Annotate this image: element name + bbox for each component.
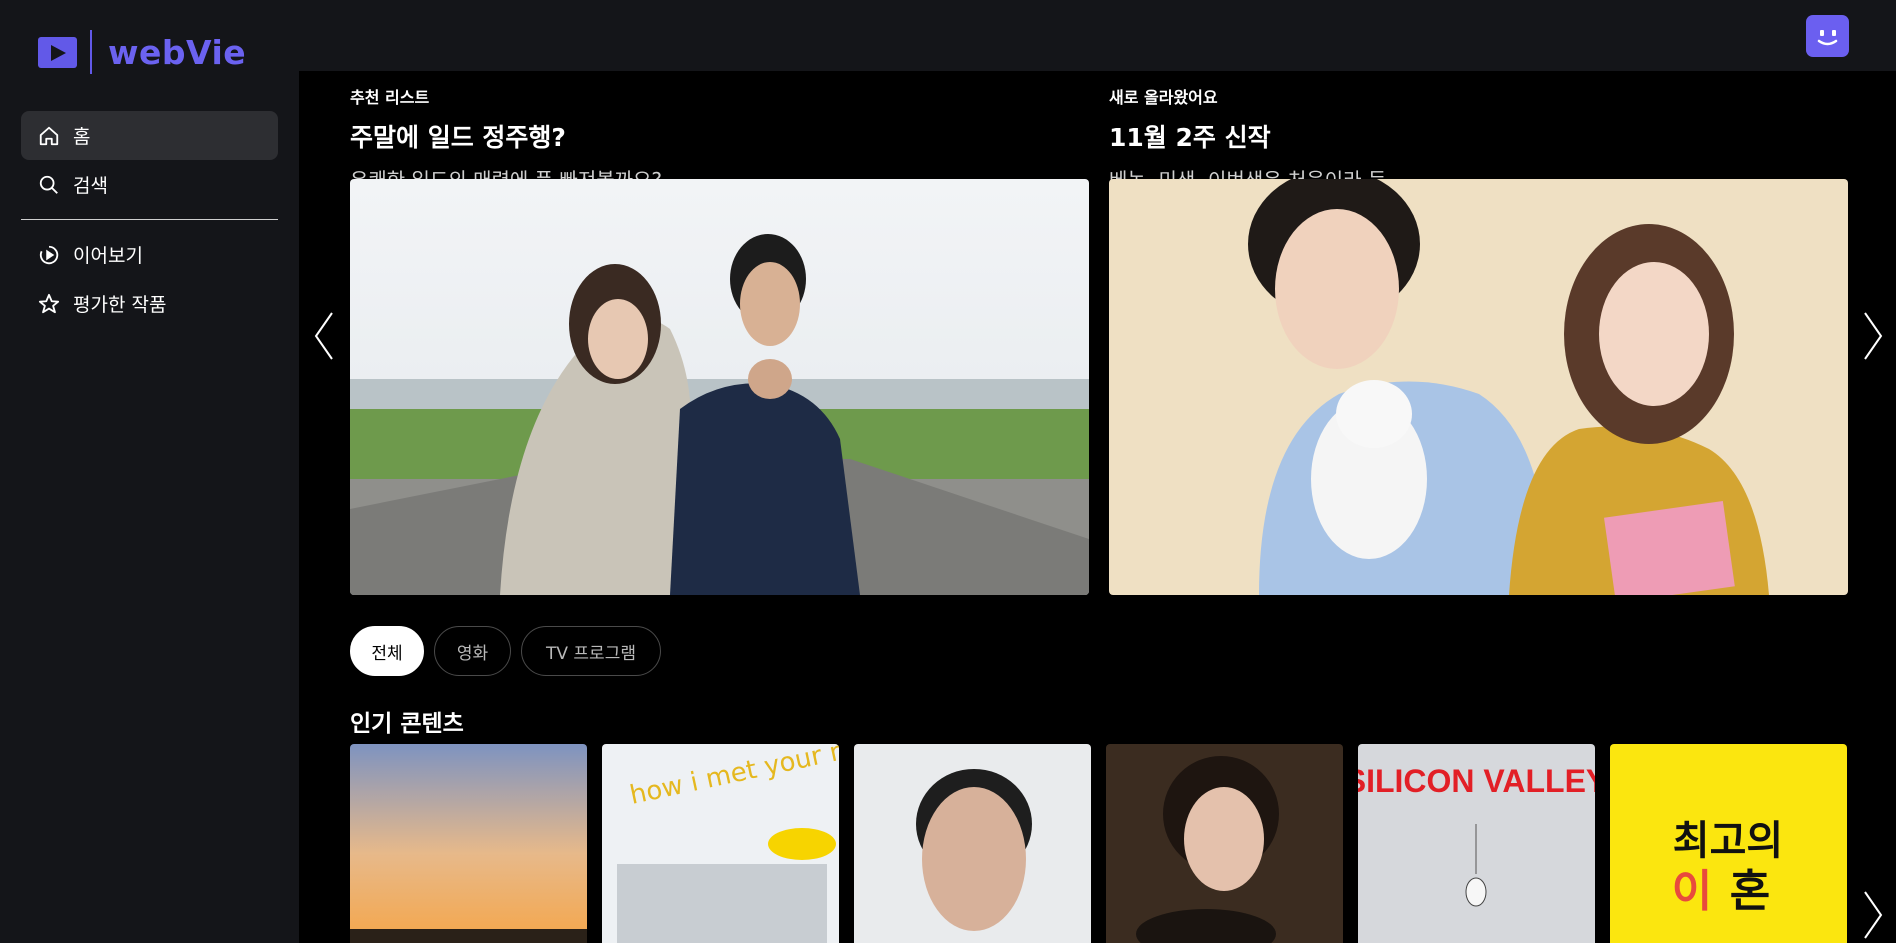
banner-new-releases[interactable]: 새로 올라왔어요 11월 2주 신작 베놈, 미생, 이번생은 처음이라 등: [1109, 84, 1848, 595]
filter-all[interactable]: 전체: [350, 626, 424, 676]
poster-card[interactable]: how i met your mother: [602, 744, 839, 943]
smiley-avatar-icon[interactable]: [1806, 15, 1849, 57]
banner-title: 주말에 일드 정주행?: [350, 123, 566, 152]
filter-chips: 전체 영화 TV 프로그램: [350, 626, 661, 676]
poster-card[interactable]: 최고의 이 혼: [1610, 744, 1847, 943]
section-title-popular: 인기 콘텐츠: [350, 711, 464, 737]
sidebar-item-label: 평가한 작품: [73, 294, 167, 316]
chevron-right-icon[interactable]: [1861, 890, 1885, 940]
star-icon: [37, 292, 61, 316]
poster-row: how i met your mother SILIC: [350, 744, 1847, 943]
poster-title-text: SILICON VALLEY: [1358, 763, 1595, 799]
continue-watching-icon: [37, 243, 61, 267]
banner-recommended[interactable]: 추천 리스트 주말에 일드 정주행? 유쾌한 일드의 매력에 푹 빠져볼까요?: [350, 84, 1089, 595]
poster-title-line1: 최고의: [1673, 818, 1783, 864]
filter-movies[interactable]: 영화: [434, 626, 511, 676]
logo-divider: [90, 30, 92, 74]
poster-card[interactable]: [854, 744, 1091, 943]
home-icon: [37, 124, 61, 148]
banner-image[interactable]: [350, 179, 1089, 595]
sidebar-item-search[interactable]: 검색: [21, 160, 278, 209]
sidebar-divider: [21, 219, 278, 220]
logo-play-icon: [38, 36, 77, 68]
sidebar-item-continue-watching[interactable]: 이어보기: [21, 230, 278, 279]
poster-title-line2b: 혼: [1730, 866, 1770, 917]
poster-card[interactable]: [1106, 744, 1343, 943]
poster-title-line2a: 이: [1672, 866, 1712, 917]
filter-tv[interactable]: TV 프로그램: [521, 626, 661, 676]
logo-text: webVie: [108, 32, 247, 72]
banner-eyebrow: 추천 리스트: [350, 88, 430, 107]
banner-eyebrow: 새로 올라왔어요: [1109, 88, 1218, 107]
poster-card[interactable]: SILICON VALLEY: [1358, 744, 1595, 943]
sidebar-item-label: 홈: [73, 126, 91, 148]
chevron-right-icon[interactable]: [1861, 311, 1885, 361]
poster-card[interactable]: [350, 744, 587, 943]
top-bar: [299, 0, 1896, 71]
chevron-left-icon[interactable]: [312, 311, 336, 361]
sidebar: webVie 홈 검색 이어보기 평가한 작품: [0, 0, 299, 943]
sidebar-item-home[interactable]: 홈: [21, 111, 278, 160]
sidebar-item-label: 이어보기: [73, 245, 143, 267]
logo[interactable]: webVie: [38, 30, 246, 74]
app-root: webVie 홈 검색 이어보기 평가한 작품 추천 리스트 주말에 일드 정주…: [0, 0, 1896, 943]
sidebar-item-label: 검색: [73, 175, 108, 197]
sidebar-item-rated[interactable]: 평가한 작품: [21, 279, 278, 328]
search-icon: [37, 173, 61, 197]
banner-image[interactable]: [1109, 179, 1848, 595]
banner-title: 11월 2주 신작: [1109, 123, 1271, 152]
